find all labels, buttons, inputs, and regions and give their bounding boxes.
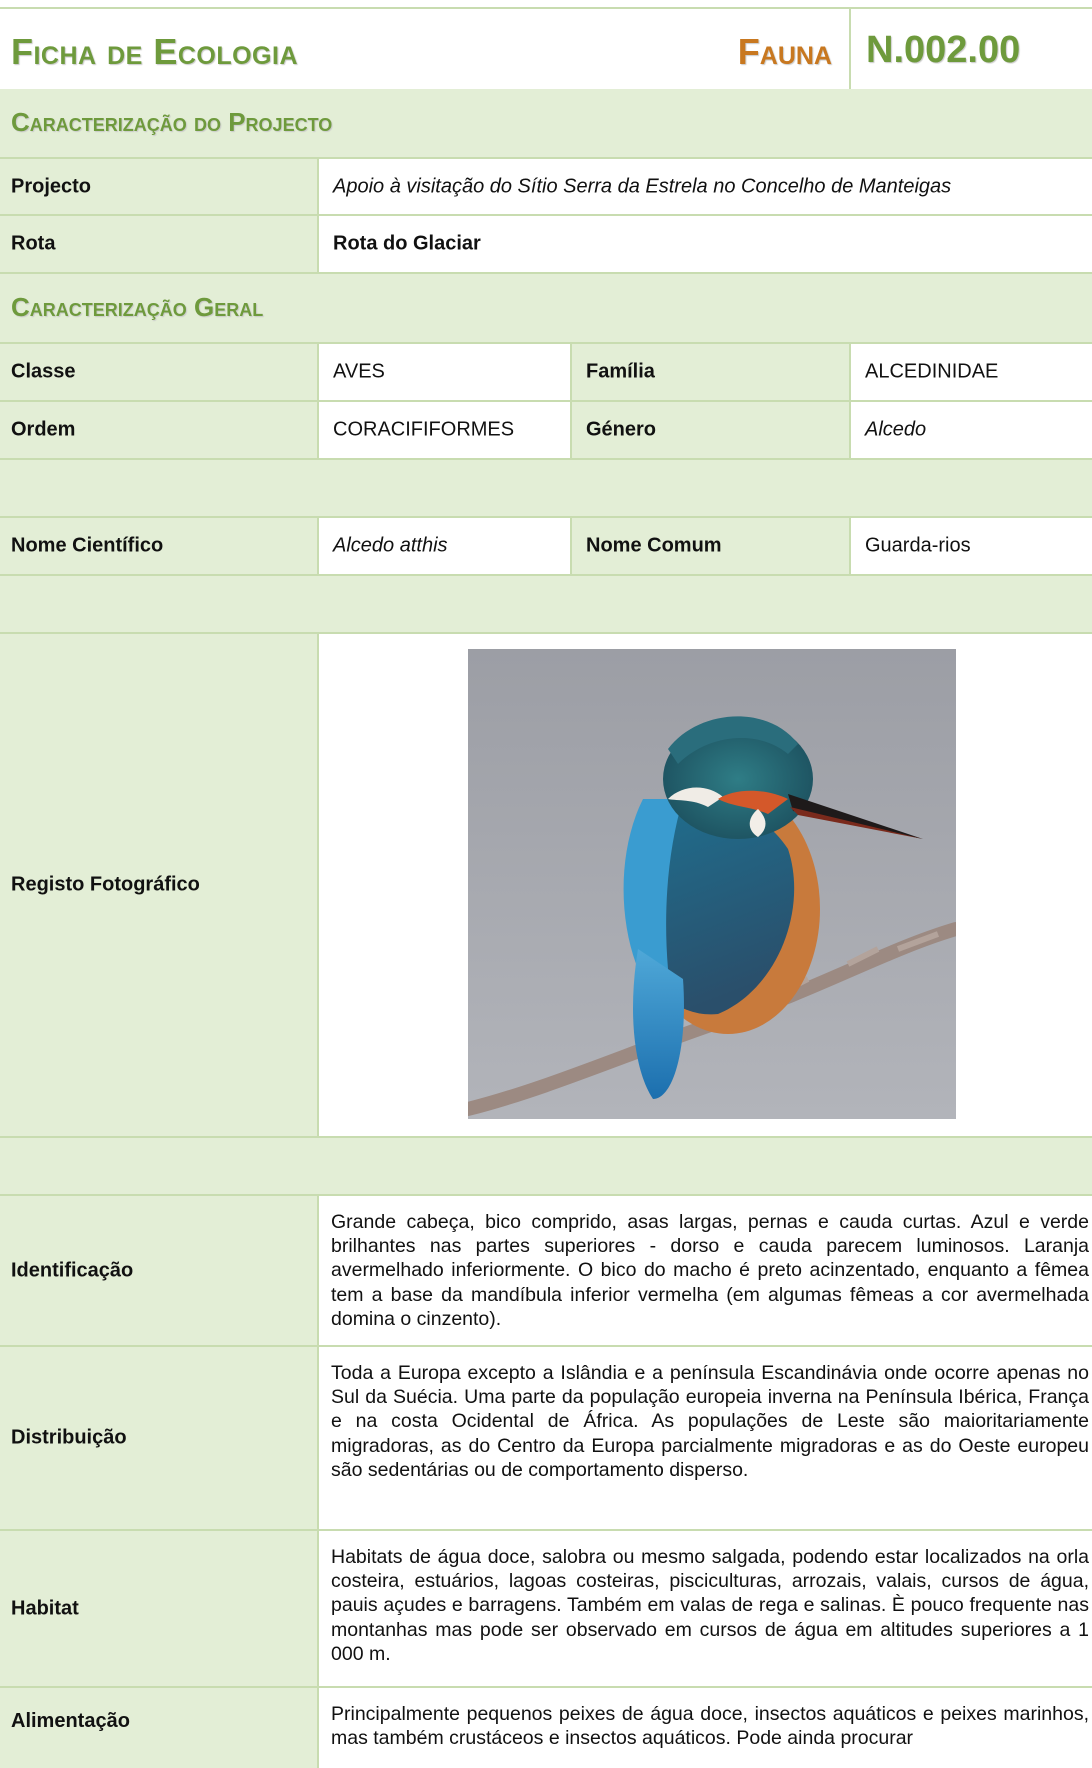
alimentacao-text: Principalmente pequenos peixes de água d… [331,1703,1089,1750]
distribuicao-label: Distribuição [11,1426,127,1449]
classe-value: AVES [333,360,385,383]
photo-row: Registo Fotográfico [0,634,1092,1138]
identificacao-text: Grande cabeça, bico comprido, asas larga… [331,1211,1089,1330]
alimentacao-label: Alimentação [11,1710,130,1732]
kingfisher-photo [468,649,956,1119]
nome-comum-value-cell: Guarda-rios [849,518,1092,574]
genero-label: Género [586,418,657,441]
nome-comum-label-cell: Nome Comum [570,518,849,574]
photo-label-cell: Registo Fotográfico [0,634,317,1136]
projecto-value: Apoio à visitação do Sítio Serra da Estr… [333,175,952,197]
nome-cientifico-label-cell: Nome Científico [0,518,317,574]
ordem-label-cell: Ordem [0,402,317,458]
nome-cientifico-label: Nome Científico [11,534,164,557]
ordem-genero-row: Ordem CORACIFIFORMES Género Alcedo [0,402,1092,460]
ordem-value-cell: CORACIFIFORMES [317,402,570,458]
nome-cientifico-value: Alcedo atthis [333,534,448,557]
rota-value-cell: Rota do Glaciar [317,216,1092,272]
habitat-text: Habitats de água doce, salobra ou mesmo … [331,1546,1089,1665]
projecto-row: Projecto Apoio à visitação do Sítio Serr… [0,159,1092,216]
nome-cientifico-value-cell: Alcedo atthis [317,518,570,574]
genero-value: Alcedo [865,418,927,441]
familia-label-cell: Família [570,344,849,400]
identificacao-row: Identificação Grande cabeça, bico compri… [0,1196,1092,1347]
nome-comum-label: Nome Comum [586,534,722,557]
genero-label-cell: Género [570,402,849,458]
classe-label-cell: Classe [0,344,317,400]
projecto-label-cell: Projecto [0,159,317,214]
rota-label: Rota [11,232,56,255]
rota-value: Rota do Glaciar [333,232,481,255]
general-section-header: Caracterização Geral [0,274,1092,344]
nomes-row: Nome Científico Alcedo atthis Nome Comum… [0,518,1092,576]
identificacao-label-cell: Identificação [0,1196,317,1345]
alimentacao-label-cell: Alimentação [0,1688,317,1768]
classe-label: Classe [11,360,76,383]
rota-row: Rota Rota do Glaciar [0,216,1092,274]
classe-value-cell: AVES [317,344,570,400]
photo-label: Registo Fotográfico [11,873,200,896]
ordem-value: CORACIFIFORMES [333,418,515,441]
distribuicao-label-cell: Distribuição [0,1347,317,1529]
projecto-label: Projecto [11,175,92,197]
projecto-value-cell: Apoio à visitação do Sítio Serra da Estr… [317,159,1092,214]
spacer-row [0,1138,1092,1196]
distribuicao-text: Toda a Europa excepto a Islândia e a pen… [331,1362,1089,1481]
distribuicao-row: Distribuição Toda a Europa excepto a Isl… [0,1347,1092,1531]
spacer-row [0,576,1092,634]
habitat-row: Habitat Habitats de água doce, salobra o… [0,1531,1092,1688]
classe-familia-row: Classe AVES Família ALCEDINIDAE [0,344,1092,402]
project-section-title: Caracterização do Projecto [11,107,333,137]
code-box: N.002.00 [849,9,1092,89]
familia-value-cell: ALCEDINIDAE [849,344,1092,400]
identificacao-label: Identificação [11,1259,134,1281]
sheet-title: Ficha de Ecologia [11,31,299,72]
alimentacao-row: Alimentação Principalmente pequenos peix… [0,1688,1092,1768]
general-section-title: Caracterização Geral [11,292,264,322]
sheet-code: N.002.00 [866,29,1021,71]
familia-value: ALCEDINIDAE [865,360,999,383]
familia-label: Família [586,360,655,383]
spacer-row [0,460,1092,518]
habitat-label-cell: Habitat [0,1531,317,1686]
sheet-header: Ficha de Ecologia Fauna N.002.00 [0,7,1092,91]
ecology-sheet: Ficha de Ecologia Fauna N.002.00 Caracte… [0,0,1092,1768]
category-label: Fauna [737,31,832,72]
photo-cell [317,634,1092,1136]
genero-value-cell: Alcedo [849,402,1092,458]
habitat-label: Habitat [11,1597,79,1619]
ordem-label: Ordem [11,418,76,441]
project-section-header: Caracterização do Projecto [0,89,1092,159]
rota-label-cell: Rota [0,216,317,272]
nome-comum-value: Guarda-rios [865,534,971,557]
